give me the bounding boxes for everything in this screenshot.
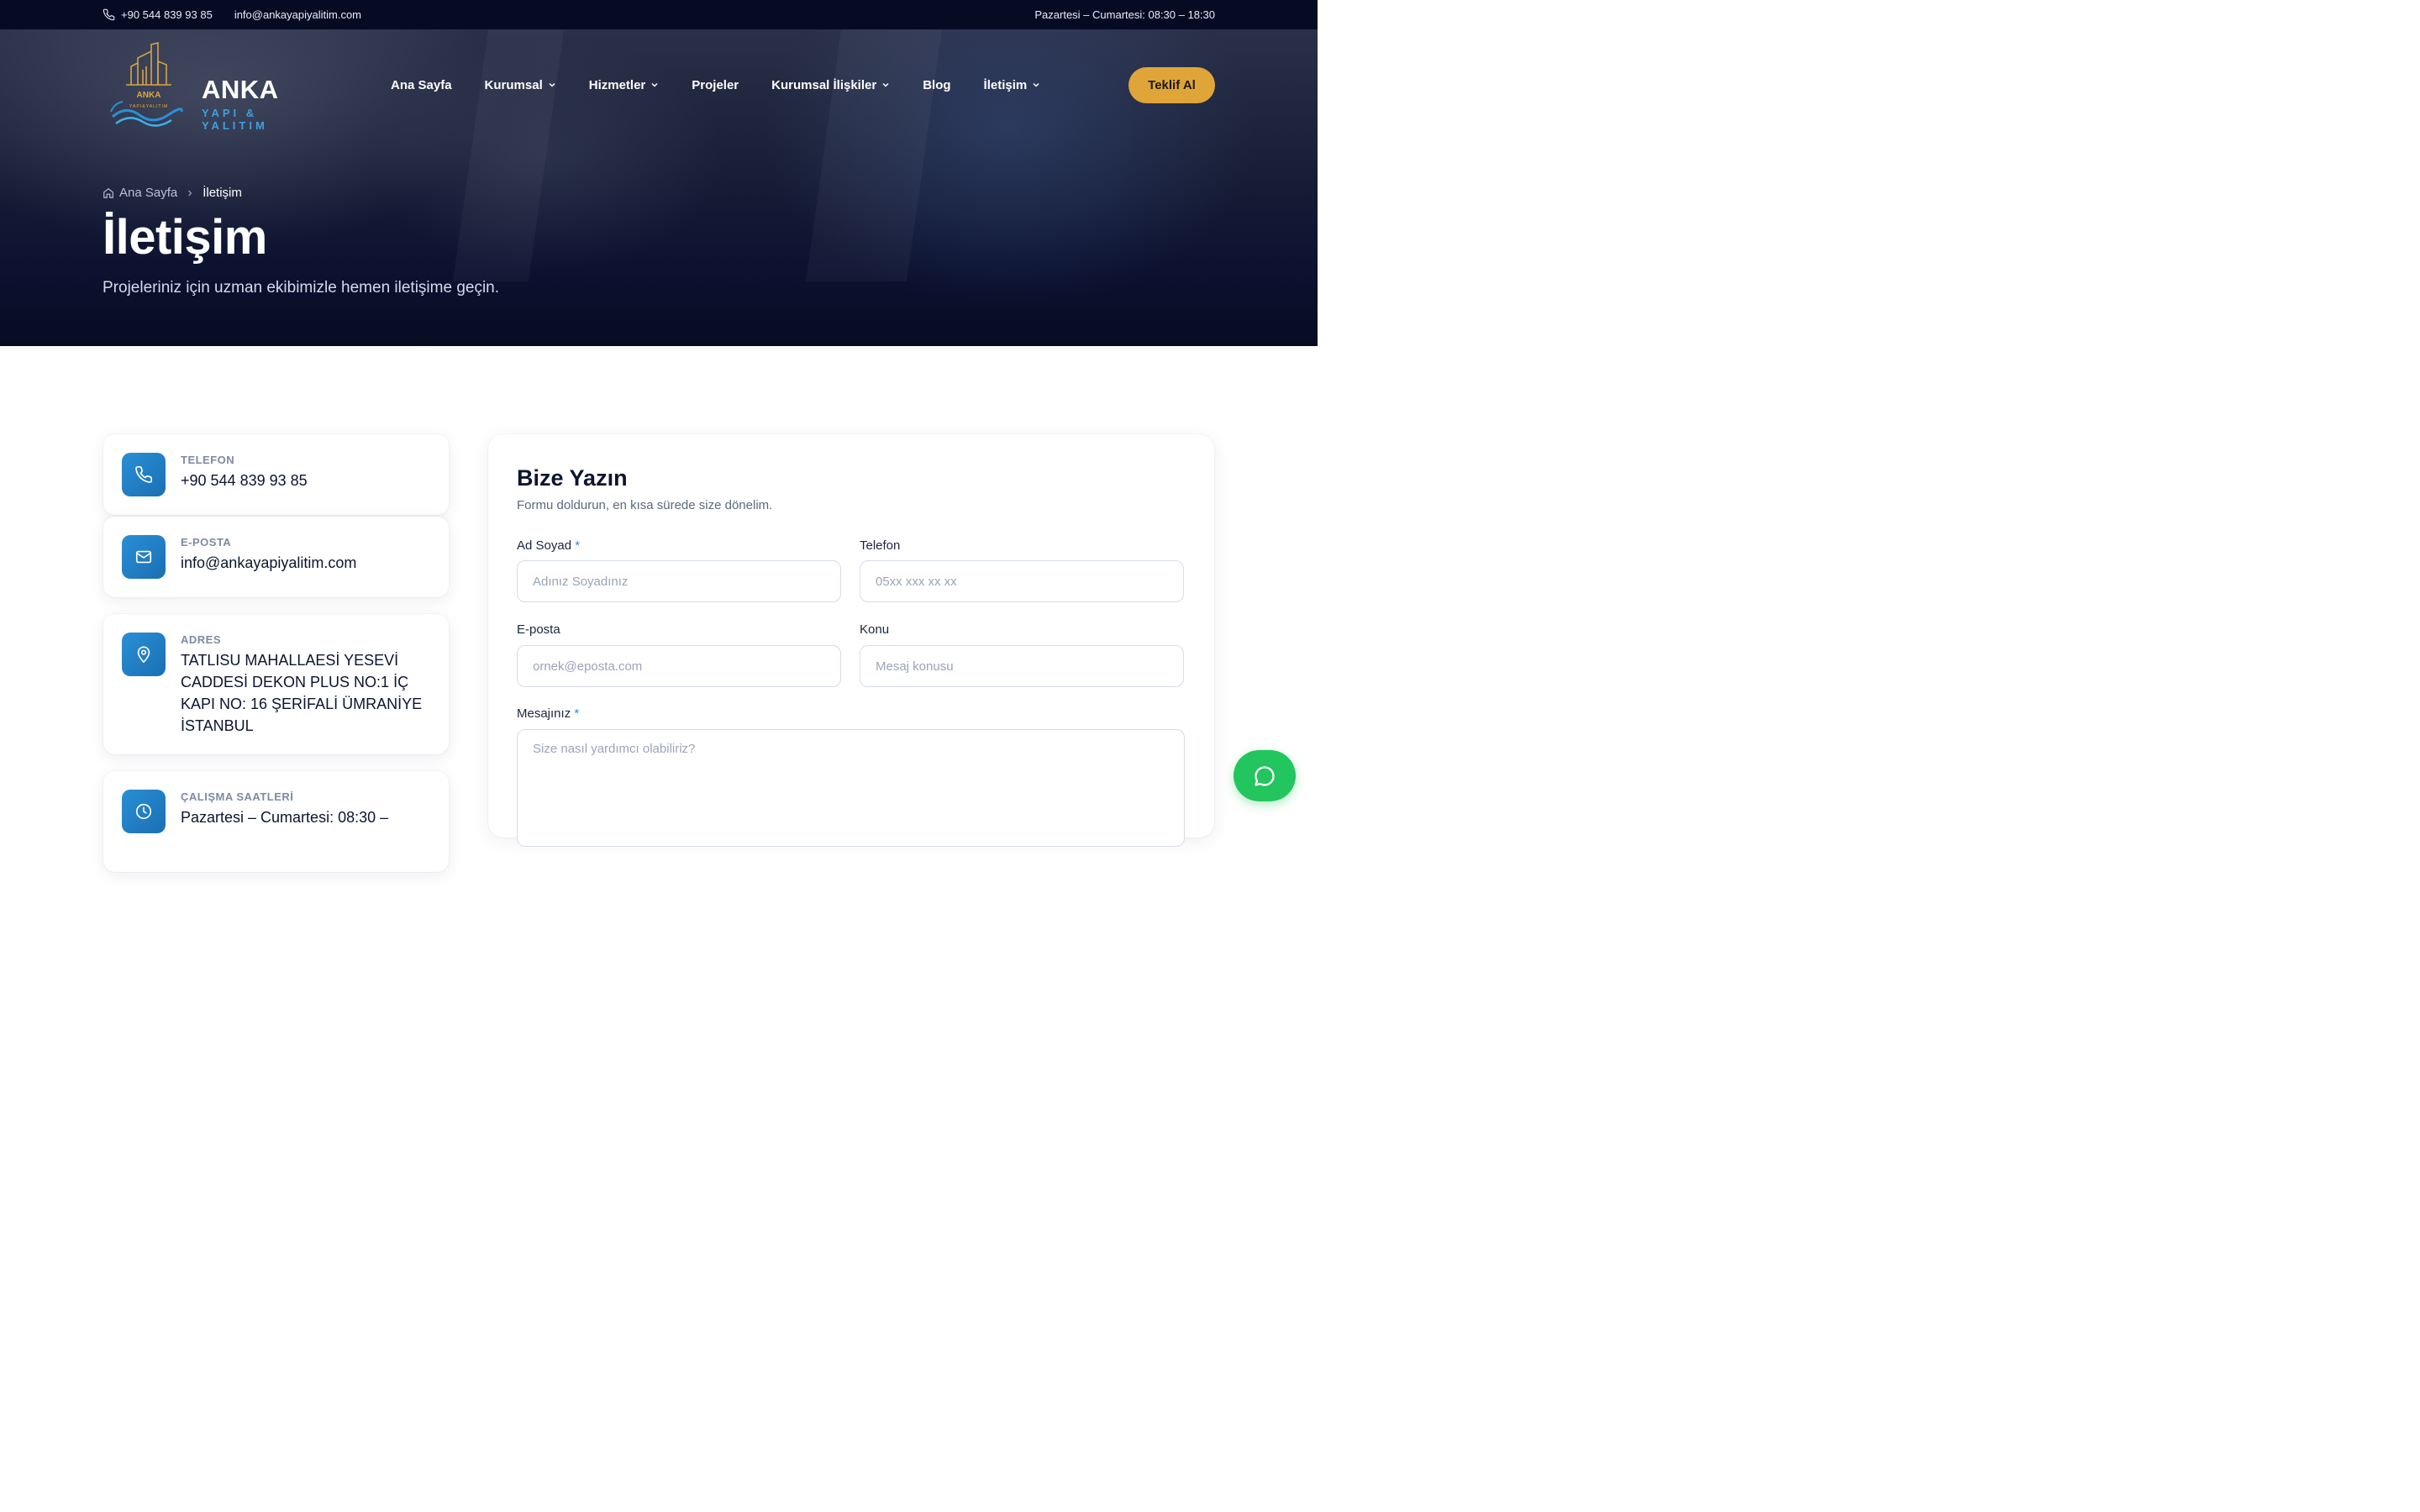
breadcrumb-current: İletişim <box>203 186 242 200</box>
logo-mark-text: ANKA <box>137 91 161 100</box>
name-label-text: Ad Soyad <box>517 538 572 553</box>
required-mark: * <box>575 538 581 553</box>
breadcrumb-home-link[interactable]: Ana Sayfa <box>103 186 177 200</box>
topbar-email-text: info@ankayapiyalitim.com <box>234 8 362 21</box>
clock-icon-badge <box>122 790 166 833</box>
contact-phone-label: TELEFON <box>181 454 235 466</box>
topbar-hours: Pazartesi – Cumartesi: 08:30 – 18:30 <box>1034 8 1215 21</box>
name-input[interactable] <box>517 560 841 602</box>
contact-email-label: E-POSTA <box>181 536 232 549</box>
nav-label: Kurumsal <box>484 77 543 92</box>
chevron-down-icon <box>651 82 658 87</box>
hero-background-detail <box>452 29 565 281</box>
nav-item-kurumsal-iliskiler[interactable]: Kurumsal İlişkiler <box>771 78 890 92</box>
page-title: İletişim <box>103 210 267 265</box>
chevron-down-icon <box>1033 82 1039 87</box>
phone-input[interactable] <box>860 560 1184 602</box>
brand-name: ANKA <box>202 75 279 104</box>
contact-card-address: ADRES TATLISU MAHALLAESİ YESEVİ CADDESİ … <box>103 614 449 754</box>
topbar-email-link[interactable]: info@ankayapiyalitim.com <box>234 8 361 21</box>
required-mark: * <box>574 706 580 721</box>
contact-email-value: info@ankayapiyalitim.com <box>181 554 357 571</box>
page-subtitle: Projeleriniz için uzman ekibimizle hemen… <box>103 279 500 297</box>
whatsapp-icon <box>1255 765 1275 786</box>
nav-label: İletişim <box>983 77 1028 92</box>
top-bar: +90 544 839 93 85 info@ankayapiyalitim.c… <box>0 0 1318 29</box>
breadcrumb: Ana Sayfa İletişim <box>103 186 242 200</box>
message-field-label: Mesajınız * <box>517 706 579 721</box>
message-label-text: Mesajınız <box>517 706 571 721</box>
contact-hours-label: ÇALIŞMA SAATLERİ <box>181 790 294 803</box>
phone-icon <box>135 466 152 483</box>
nav-item-kurumsal[interactable]: Kurumsal <box>485 78 556 92</box>
name-field-label: Ad Soyad * <box>517 538 580 553</box>
chevron-down-icon <box>882 82 889 87</box>
site-logo[interactable]: ANKA YAPI&YALITIM ANKA YAPI & YALITIM <box>109 41 328 132</box>
phone-icon <box>103 8 115 21</box>
chevron-down-icon <box>549 82 555 87</box>
hero-background-detail <box>805 29 943 281</box>
mail-icon-badge <box>122 535 166 579</box>
topbar-phone-text: +90 544 839 93 85 <box>121 8 213 21</box>
clock-icon <box>135 803 152 820</box>
contact-form: Bize Yazın Formu doldurun, en kısa süred… <box>488 434 1214 847</box>
contact-card-email[interactable]: E-POSTA info@ankayapiyalitim.com <box>103 517 449 597</box>
email-field-label: E-posta <box>517 622 560 637</box>
contact-phone-value: +90 544 839 93 85 <box>181 472 308 489</box>
nav-item-hizmetler[interactable]: Hizmetler <box>589 78 660 92</box>
map-pin-icon-badge <box>122 633 166 676</box>
nav-item-blog[interactable]: Blog <box>923 78 950 92</box>
get-quote-button[interactable]: Teklif Al <box>1128 67 1215 103</box>
nav-label: Projeler <box>692 77 739 92</box>
brand-tagline: YAPI & YALITIM <box>202 107 268 132</box>
contact-address-label: ADRES <box>181 633 222 646</box>
nav-label: Ana Sayfa <box>391 77 452 92</box>
nav-item-ana-sayfa[interactable]: Ana Sayfa <box>391 78 452 92</box>
whatsapp-chat-button[interactable] <box>1234 750 1296 801</box>
nav-item-iletisim[interactable]: İletişim <box>984 78 1041 92</box>
nav-item-projeler[interactable]: Projeler <box>692 78 739 92</box>
main-navigation: Ana Sayfa Kurumsal Hizmetler Projeler Ku… <box>391 76 1073 94</box>
breadcrumb-home-label: Ana Sayfa <box>119 186 178 200</box>
mail-icon <box>135 550 152 564</box>
contact-hours-value: Pazartesi – Cumartesi: 08:30 – <box>181 809 389 826</box>
phone-icon-badge <box>122 453 166 496</box>
phone-field-label: Telefon <box>860 538 901 553</box>
chevron-right-icon <box>188 190 192 196</box>
topbar-phone-link[interactable]: +90 544 839 93 85 <box>103 8 213 21</box>
nav-label: Hizmetler <box>588 77 646 92</box>
nav-label: Kurumsal İlişkiler <box>771 77 877 92</box>
home-icon <box>103 187 113 198</box>
contact-address-value: TATLISU MAHALLAESİ YESEVİ CADDESİ DEKON … <box>181 652 423 734</box>
form-title: Bize Yazın <box>517 465 628 491</box>
nav-label: Blog <box>923 77 951 92</box>
logo-mark-icon: ANKA YAPI&YALITIM <box>110 41 183 127</box>
logo-mark-subtext: YAPI&YALITIM <box>129 104 168 109</box>
message-textarea[interactable] <box>517 729 1185 847</box>
form-subtitle: Formu doldurun, en kısa sürede size döne… <box>517 498 773 512</box>
map-pin-icon <box>137 646 150 663</box>
email-input[interactable] <box>517 645 841 687</box>
subject-input[interactable] <box>860 645 1184 687</box>
hero-section: ANKA YAPI&YALITIM ANKA YAPI & YALITIM An… <box>0 29 1318 346</box>
subject-field-label: Konu <box>860 622 890 637</box>
contact-card-hours: ÇALIŞMA SAATLERİ Pazartesi – Cumartesi: … <box>103 771 449 872</box>
contact-card-phone[interactable]: TELEFON +90 544 839 93 85 <box>103 434 449 515</box>
